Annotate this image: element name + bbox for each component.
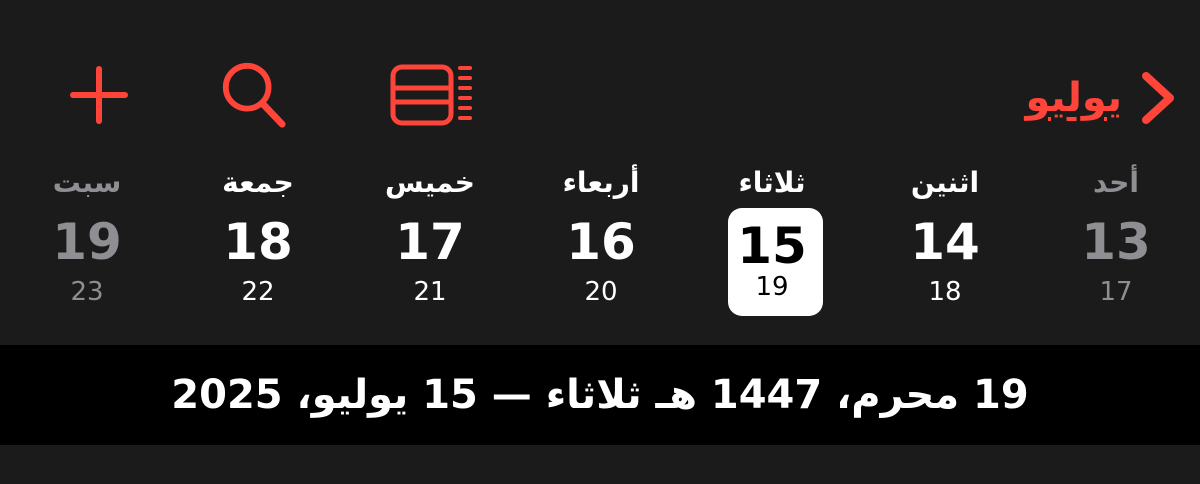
- day-cell-saturday[interactable]: سبت 19 23: [27, 160, 147, 320]
- events-area: [0, 445, 1200, 484]
- list-view-icon: [390, 64, 472, 126]
- add-button[interactable]: [64, 60, 134, 130]
- day-name: جمعة: [222, 166, 294, 199]
- hijri-day-number: 21: [413, 277, 447, 307]
- list-view-button[interactable]: [386, 60, 476, 130]
- hijri-day-number: 18: [928, 277, 962, 307]
- chevron-right-icon: [1142, 72, 1174, 124]
- selected-date-banner: 19 محرم، 1447 هـ ثلاثاء — 15 يوليو، 2025: [0, 345, 1200, 445]
- hijri-day-number: 19: [755, 272, 789, 302]
- hijri-day-number: 23: [70, 277, 104, 307]
- hijri-day-number: 22: [241, 277, 275, 307]
- day-cell-monday[interactable]: اثنين 14 18: [885, 160, 1005, 320]
- week-strip: أحد 13 17 اثنين 14 18 ثلاثاء 15 19 أربعا…: [0, 160, 1200, 320]
- day-name: ثلاثاء: [738, 166, 806, 199]
- day-cell-thursday[interactable]: خميس 17 21: [370, 160, 490, 320]
- hijri-day-number: 17: [1099, 277, 1133, 307]
- day-cell-sunday[interactable]: أحد 13 17: [1056, 160, 1176, 320]
- day-number: 17: [395, 213, 465, 271]
- day-name: اثنين: [910, 166, 980, 199]
- day-name: خميس: [385, 166, 475, 199]
- day-number: 15: [737, 217, 807, 275]
- hijri-day-number: 20: [584, 277, 618, 307]
- day-name: سبت: [52, 166, 122, 199]
- day-name: أحد: [1093, 166, 1139, 199]
- back-to-month-button[interactable]: يوليو: [1025, 68, 1180, 128]
- day-number: 19: [52, 213, 122, 271]
- day-number: 18: [223, 213, 293, 271]
- day-number: 14: [910, 213, 980, 271]
- calendar-week-view: يوليو أحد 13 17 اثنين 14 18 ثلاثاء 15 19…: [0, 0, 1200, 484]
- selected-date-text: 19 محرم، 1447 هـ ثلاثاء — 15 يوليو، 2025: [171, 372, 1029, 418]
- day-number: 16: [566, 213, 636, 271]
- day-cell-friday[interactable]: جمعة 18 22: [198, 160, 318, 320]
- toolbar: يوليو: [0, 40, 1200, 150]
- plus-icon: [70, 66, 128, 124]
- day-name: أربعاء: [562, 166, 640, 199]
- day-cell-tuesday-selected[interactable]: ثلاثاء 15 19: [712, 160, 832, 320]
- day-number: 13: [1081, 213, 1151, 271]
- day-cell-wednesday[interactable]: أربعاء 16 20: [541, 160, 661, 320]
- search-icon: [222, 62, 286, 128]
- search-button[interactable]: [218, 60, 288, 130]
- back-label: يوليو: [1025, 75, 1122, 121]
